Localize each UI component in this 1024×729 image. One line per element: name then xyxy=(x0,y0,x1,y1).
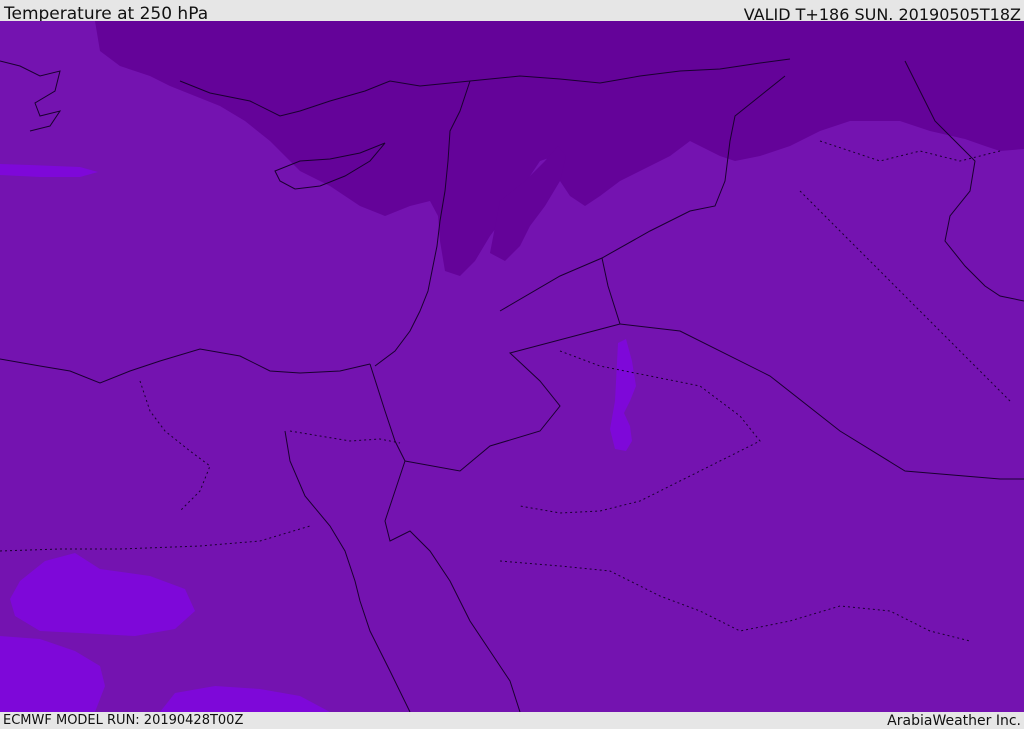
weather-map xyxy=(0,21,1024,712)
map-viewer: Temperature at 250 hPa VALID T+186 SUN. … xyxy=(0,0,1024,729)
model-run-label: ECMWF MODEL RUN: 20190428T00Z xyxy=(3,713,244,728)
credit-label: ArabiaWeather Inc. xyxy=(887,713,1021,729)
map-canvas xyxy=(0,21,1024,712)
footer-bar: ECMWF MODEL RUN: 20190428T00Z ArabiaWeat… xyxy=(0,712,1024,729)
header-bar: Temperature at 250 hPa VALID T+186 SUN. … xyxy=(0,0,1024,24)
